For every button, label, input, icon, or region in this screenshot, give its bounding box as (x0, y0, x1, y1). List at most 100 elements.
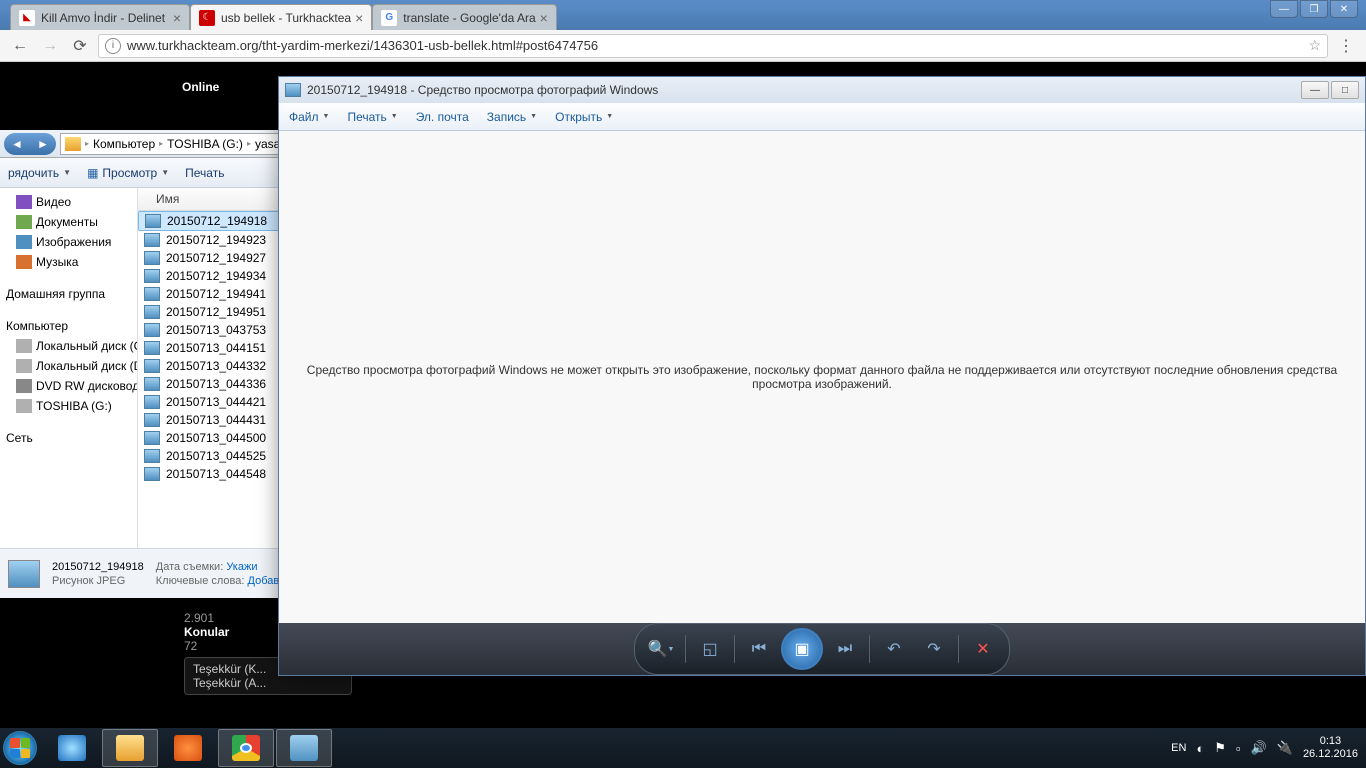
nav-documents[interactable]: Документы (0, 212, 137, 232)
minimize-button[interactable]: — (1301, 81, 1329, 99)
image-file-icon (144, 305, 160, 319)
image-file-icon (145, 214, 161, 228)
nav-video[interactable]: Видео (0, 192, 137, 212)
start-button[interactable] (0, 728, 40, 768)
menu-email[interactable]: Эл. почта (416, 110, 469, 124)
menu-open[interactable]: Открыть ▼ (555, 110, 613, 124)
breadcrumb-drive[interactable]: TOSHIBA (G:) (167, 137, 243, 151)
forward-button[interactable]: → (38, 34, 62, 58)
chrome-menu-button[interactable]: ⋮ (1334, 34, 1358, 58)
slideshow-button[interactable]: ▣ (781, 628, 823, 670)
image-file-icon (144, 467, 160, 481)
image-file-icon (144, 287, 160, 301)
file-name: 20150713_043753 (166, 323, 266, 337)
nav-computer[interactable]: Компьютер (0, 316, 137, 336)
system-tray: EN ◐ ⚑ ▫ 🔊 🔌 0:13 26.12.2016 (1171, 735, 1366, 761)
maximize-button[interactable]: □ (1331, 81, 1359, 99)
nav-locald[interactable]: Локальный диск (D:) (0, 356, 137, 376)
file-name: 20150713_044548 (166, 467, 266, 481)
maximize-button[interactable]: ❐ (1300, 0, 1328, 18)
delete-button[interactable]: ✕ (965, 633, 1001, 665)
image-file-icon (144, 323, 160, 337)
explorer-forward-button[interactable]: ► (30, 133, 56, 155)
nav-toshiba[interactable]: TOSHIBA (G:) (0, 396, 137, 416)
reload-button[interactable]: ⟳ (68, 34, 92, 58)
address-bar[interactable]: i www.turkhackteam.org/tht-yardim-merkez… (98, 34, 1328, 58)
menu-file[interactable]: Файл ▼ (289, 110, 329, 124)
nav-dvd[interactable]: DVD RW дисковод (E (0, 376, 137, 396)
bookmark-icon[interactable]: ☆ (1308, 37, 1321, 54)
site-info-icon[interactable]: i (105, 38, 121, 54)
nav-localc[interactable]: Локальный диск (C:) (0, 336, 137, 356)
details-tags-value[interactable]: Добав (248, 575, 280, 587)
nav-homegroup[interactable]: Домашняя группа (0, 284, 137, 304)
menu-print[interactable]: Печать ▼ (347, 110, 397, 124)
language-indicator[interactable]: EN (1171, 742, 1186, 754)
back-button[interactable]: ← (8, 34, 32, 58)
file-name: 20150713_044431 (166, 413, 266, 427)
close-icon[interactable]: × (540, 10, 548, 26)
taskbar-explorer[interactable] (102, 729, 158, 767)
taskbar: EN ◐ ⚑ ▫ 🔊 🔌 0:13 26.12.2016 (0, 728, 1366, 768)
error-message: Средство просмотра фотографий Windows не… (299, 363, 1345, 391)
clock-date: 26.12.2016 (1303, 748, 1358, 761)
tab-title: usb bellek - Turkhacktea (221, 11, 351, 25)
chevron-right-icon: ▸ (159, 139, 163, 148)
action-center-icon[interactable]: ⚑ (1214, 740, 1226, 756)
organize-menu[interactable]: рядочить ▼ (8, 166, 71, 180)
file-name: 20150713_044336 (166, 377, 266, 391)
separator (869, 635, 870, 663)
file-name: 20150713_044500 (166, 431, 266, 445)
details-tags-label: Ключевые слова: (156, 575, 245, 587)
image-file-icon (144, 431, 160, 445)
print-button[interactable]: Печать (185, 166, 224, 180)
file-name: 20150713_044151 (166, 341, 266, 355)
image-file-icon (144, 233, 160, 247)
nav-images[interactable]: Изображения (0, 232, 137, 252)
file-name: 20150712_194941 (166, 287, 266, 301)
chevron-right-icon: ▸ (247, 139, 251, 148)
file-name: 20150712_194923 (166, 233, 266, 247)
photo-viewer-controls: 🔍▼ ◱ ⏮ ▣ ⏭ ↶ ↷ ✕ (279, 623, 1365, 675)
tab-google-translate[interactable]: G translate - Google'da Ara × (372, 4, 557, 30)
minimize-button[interactable]: — (1270, 0, 1298, 18)
network-icon[interactable]: ▫ (1236, 741, 1241, 756)
tray-icon[interactable]: ◐ (1196, 741, 1204, 756)
close-icon[interactable]: × (355, 10, 363, 26)
rotate-left-button[interactable]: ↶ (876, 633, 912, 665)
breadcrumb-computer[interactable]: Компьютер (93, 137, 155, 151)
nav-music[interactable]: Музыка (0, 252, 137, 272)
chevron-right-icon: ▸ (85, 139, 89, 148)
view-menu[interactable]: ▦ Просмотр ▼ (87, 166, 169, 180)
menu-burn[interactable]: Запись ▼ (487, 110, 537, 124)
next-button[interactable]: ⏭ (827, 633, 863, 665)
taskbar-chrome[interactable] (218, 729, 274, 767)
clock[interactable]: 0:13 26.12.2016 (1303, 735, 1358, 761)
file-name: 20150713_044332 (166, 359, 266, 373)
close-icon[interactable]: × (173, 10, 181, 26)
details-date-label: Дата съемки: (156, 561, 223, 573)
file-name: 20150713_044525 (166, 449, 266, 463)
separator (958, 635, 959, 663)
taskbar-photo-viewer[interactable] (276, 729, 332, 767)
url-text: www.turkhackteam.org/tht-yardim-merkezi/… (127, 38, 598, 53)
details-filename: 20150712_194918 (52, 561, 144, 573)
battery-icon[interactable]: 🔌 (1277, 740, 1293, 756)
nav-network[interactable]: Сеть (0, 428, 137, 448)
rotate-right-button[interactable]: ↷ (916, 633, 952, 665)
volume-icon[interactable]: 🔊 (1251, 740, 1267, 756)
taskbar-media-player[interactable] (160, 729, 216, 767)
photo-viewer-titlebar[interactable]: 20150712_194918 - Средство просмотра фот… (279, 77, 1365, 103)
details-date-value[interactable]: Укажи (226, 561, 257, 573)
taskbar-ie[interactable] (44, 729, 100, 767)
close-button[interactable]: ✕ (1330, 0, 1358, 18)
details-filetype: Рисунок JPEG (52, 575, 144, 587)
tab-usb-bellek[interactable]: ☾ usb bellek - Turkhacktea × (190, 4, 372, 30)
tab-kill-amvo[interactable]: ◣ Kill Amvo İndir - Delinet × (10, 4, 190, 30)
explorer-back-button[interactable]: ◄ (4, 133, 30, 155)
image-file-icon (144, 377, 160, 391)
image-file-icon (144, 449, 160, 463)
fit-button[interactable]: ◱ (692, 633, 728, 665)
zoom-button[interactable]: 🔍▼ (643, 633, 679, 665)
prev-button[interactable]: ⏮ (741, 633, 777, 665)
